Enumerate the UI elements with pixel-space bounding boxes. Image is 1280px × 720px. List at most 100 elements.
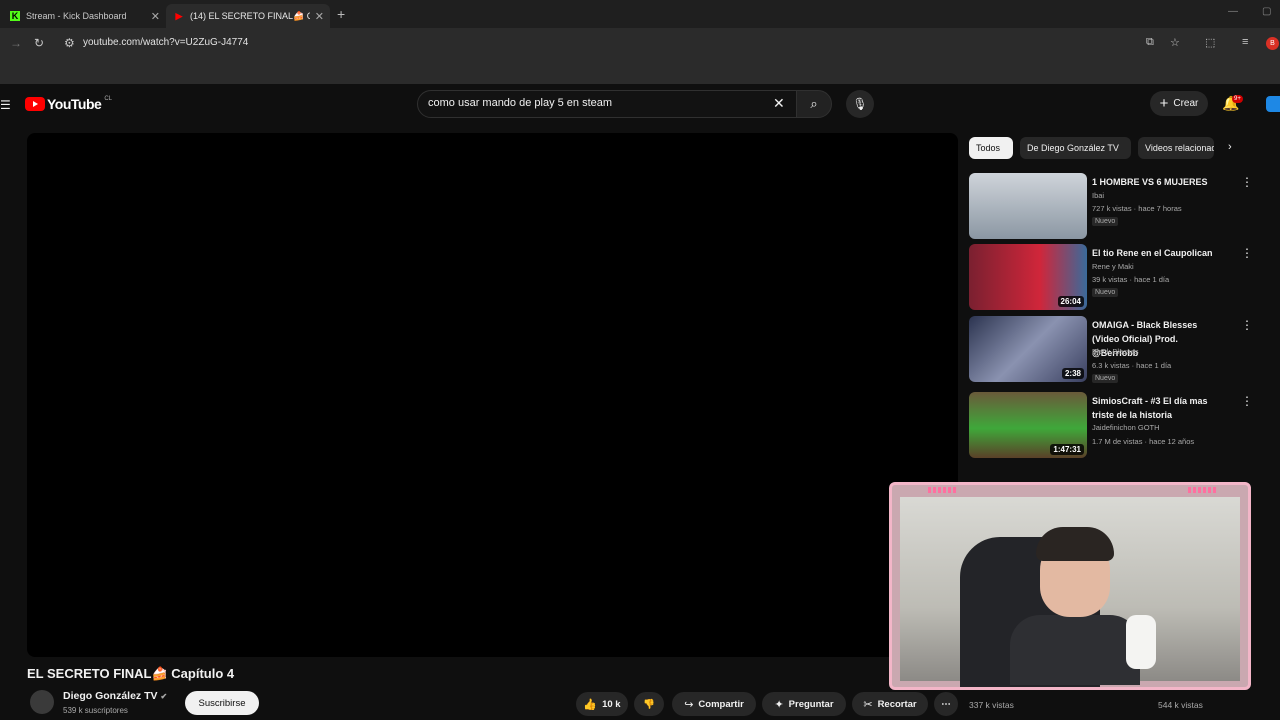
close-tab-icon[interactable]: ✕: [315, 10, 324, 23]
microphone-icon: 🎙: [852, 97, 868, 111]
subscriber-count: 539 k suscriptores: [63, 706, 128, 715]
new-badge: Nuevo: [1092, 217, 1119, 226]
menu-icon[interactable]: ☰: [0, 98, 11, 112]
plus-icon: +: [1159, 95, 1169, 112]
chip-all[interactable]: Todos: [969, 137, 1013, 159]
chip-from-channel[interactable]: De Diego González TV: [1020, 137, 1131, 159]
ask-label: Preguntar: [788, 698, 834, 710]
like-count: 10 k: [602, 698, 621, 710]
bookmark-star-icon[interactable]: ☆: [1170, 36, 1180, 49]
profile-avatar[interactable]: B: [1266, 37, 1279, 50]
streamer-body: [1010, 615, 1140, 685]
tab-youtube-video[interactable]: ▶ (14) EL SECRETO FINAL🍰 Capí ✕: [166, 4, 330, 28]
rec-title[interactable]: SimiosCraft - #3 El día mas triste de la…: [1092, 394, 1222, 422]
close-tab-icon[interactable]: ✕: [151, 10, 160, 23]
subscribe-button[interactable]: Suscribirse: [185, 691, 259, 715]
clip-button[interactable]: ✂ Recortar: [852, 692, 928, 716]
rec-views: 337 k vistas: [969, 700, 1014, 710]
recommendation-item[interactable]: 26:04 El tio Rene en el Caupolican Rene …: [969, 244, 1269, 312]
restore-icon[interactable]: ▢: [1262, 6, 1271, 17]
video-thumbnail[interactable]: 26:04: [969, 244, 1087, 310]
url-field[interactable]: youtube.com/watch?v=U2ZuG-J4774: [83, 37, 248, 48]
search-button[interactable]: ⌕: [796, 90, 832, 118]
create-button[interactable]: + Crear: [1150, 91, 1208, 116]
webcam-feed: [900, 497, 1240, 687]
clear-search-icon[interactable]: ✕: [773, 95, 785, 112]
youtube-logo[interactable]: YouTube CL: [25, 96, 112, 112]
rec-meta: 39 k vistas · hace 1 día: [1092, 275, 1170, 284]
duration-badge: 26:04: [1057, 296, 1084, 307]
duration-badge: 2:38: [1061, 368, 1084, 379]
channel-avatar[interactable]: [30, 690, 54, 714]
account-avatar[interactable]: [1266, 96, 1280, 112]
streamer-hair: [1036, 527, 1114, 561]
thumbs-up-icon: 👍: [583, 698, 598, 711]
verified-icon: ✔: [160, 692, 168, 701]
rec-meta: 727 k vistas · hace 7 horas: [1092, 204, 1182, 213]
extensions-icon[interactable]: ⬚: [1205, 36, 1215, 49]
logo-country: CL: [104, 96, 112, 102]
site-info-icon[interactable]: ⚙: [64, 36, 75, 50]
recommendation-item[interactable]: 1 HOMBRE VS 6 MUJERES Ibai 727 k vistas …: [969, 173, 1269, 241]
recommendation-item[interactable]: 1:47:31 SimiosCraft - #3 El día mas tris…: [969, 392, 1269, 460]
kick-favicon-icon: K: [10, 11, 20, 21]
overlay-decoration: [1188, 487, 1216, 493]
notification-count-badge: 9+: [1232, 95, 1243, 103]
youtube-favicon-icon: ▶: [175, 10, 183, 21]
video-player[interactable]: [27, 133, 958, 657]
rec-channel[interactable]: Black Blesses: [1092, 347, 1139, 356]
rec-channel[interactable]: Ibai: [1092, 191, 1104, 200]
more-horizontal-icon: ⋯: [941, 698, 951, 710]
tab-label: (14) EL SECRETO FINAL🍰 Capí: [190, 10, 310, 21]
more-vertical-icon[interactable]: ⋮: [1241, 394, 1253, 408]
rec-meta: 1.7 M de vistas · hace 12 años: [1092, 437, 1195, 446]
video-thumbnail[interactable]: 1:47:31: [969, 392, 1087, 458]
forward-icon[interactable]: →: [10, 36, 22, 50]
duration-badge: 1:47:31: [1050, 444, 1084, 455]
bookmarks-bar: [0, 60, 1280, 84]
chip-related[interactable]: Videos relacionados: [1138, 137, 1214, 159]
youtube-play-icon: [25, 97, 45, 111]
voice-search-button[interactable]: 🎙: [846, 90, 874, 118]
rec-channel[interactable]: Rene y Maki: [1092, 262, 1134, 271]
tab-kick-dashboard[interactable]: K Stream - Kick Dashboard ✕: [2, 4, 166, 28]
rec-channel[interactable]: Jaidefinichon GOTH: [1092, 423, 1160, 432]
rec-meta: 6.3 k vistas · hace 1 día: [1092, 361, 1172, 370]
new-badge: Nuevo: [1092, 288, 1119, 297]
video-thumbnail[interactable]: [969, 173, 1087, 239]
share-label: Compartir: [698, 698, 744, 710]
clip-label: Recortar: [877, 698, 917, 710]
dislike-button[interactable]: 👎: [634, 692, 664, 716]
rec-views: 544 k vistas: [1158, 700, 1203, 710]
minimize-icon[interactable]: —: [1228, 6, 1238, 17]
more-actions-button[interactable]: ⋯: [934, 692, 958, 716]
address-bar-row: → ↻ ⚙ youtube.com/watch?v=U2ZuG-J4774 ⧉ …: [0, 28, 1280, 60]
media-control-icon[interactable]: ≡: [1242, 36, 1248, 48]
channel-name-text: Diego González TV: [63, 690, 158, 702]
more-vertical-icon[interactable]: ⋮: [1241, 318, 1253, 332]
more-vertical-icon[interactable]: ⋮: [1241, 175, 1253, 189]
new-badge: Nuevo: [1092, 374, 1119, 383]
install-icon[interactable]: ⧉: [1146, 36, 1154, 49]
recommendation-item[interactable]: 2:38 OMAIGA - Black Blesses (Video Ofici…: [969, 316, 1269, 384]
browser-tab-bar: K Stream - Kick Dashboard ✕ ▶ (14) EL SE…: [0, 0, 1280, 28]
overlay-decoration: [928, 487, 956, 493]
rec-title[interactable]: 1 HOMBRE VS 6 MUJERES: [1092, 175, 1222, 189]
video-title: EL SECRETO FINAL🍰 Capítulo 4: [27, 666, 235, 681]
share-icon: ↪: [684, 698, 694, 711]
channel-name[interactable]: Diego González TV ✔: [63, 690, 167, 702]
thumbs-down-icon: 👎: [643, 698, 655, 710]
reload-icon[interactable]: ↻: [34, 36, 44, 50]
like-button[interactable]: 👍 10 k: [576, 692, 628, 716]
share-button[interactable]: ↪ Compartir: [672, 692, 756, 716]
rec-title[interactable]: El tio Rene en el Caupolican: [1092, 246, 1222, 260]
search-query[interactable]: como usar mando de play 5 en steam: [428, 97, 612, 109]
new-tab-icon[interactable]: +: [337, 6, 345, 22]
video-thumbnail[interactable]: 2:38: [969, 316, 1087, 382]
scissors-icon: ✂: [863, 698, 873, 711]
logo-text: YouTube: [47, 96, 102, 112]
chevron-right-icon[interactable]: ›: [1228, 141, 1232, 153]
ask-button[interactable]: ✦ Preguntar: [762, 692, 846, 716]
sparkle-icon: ✦: [774, 698, 784, 711]
more-vertical-icon[interactable]: ⋮: [1241, 246, 1253, 260]
